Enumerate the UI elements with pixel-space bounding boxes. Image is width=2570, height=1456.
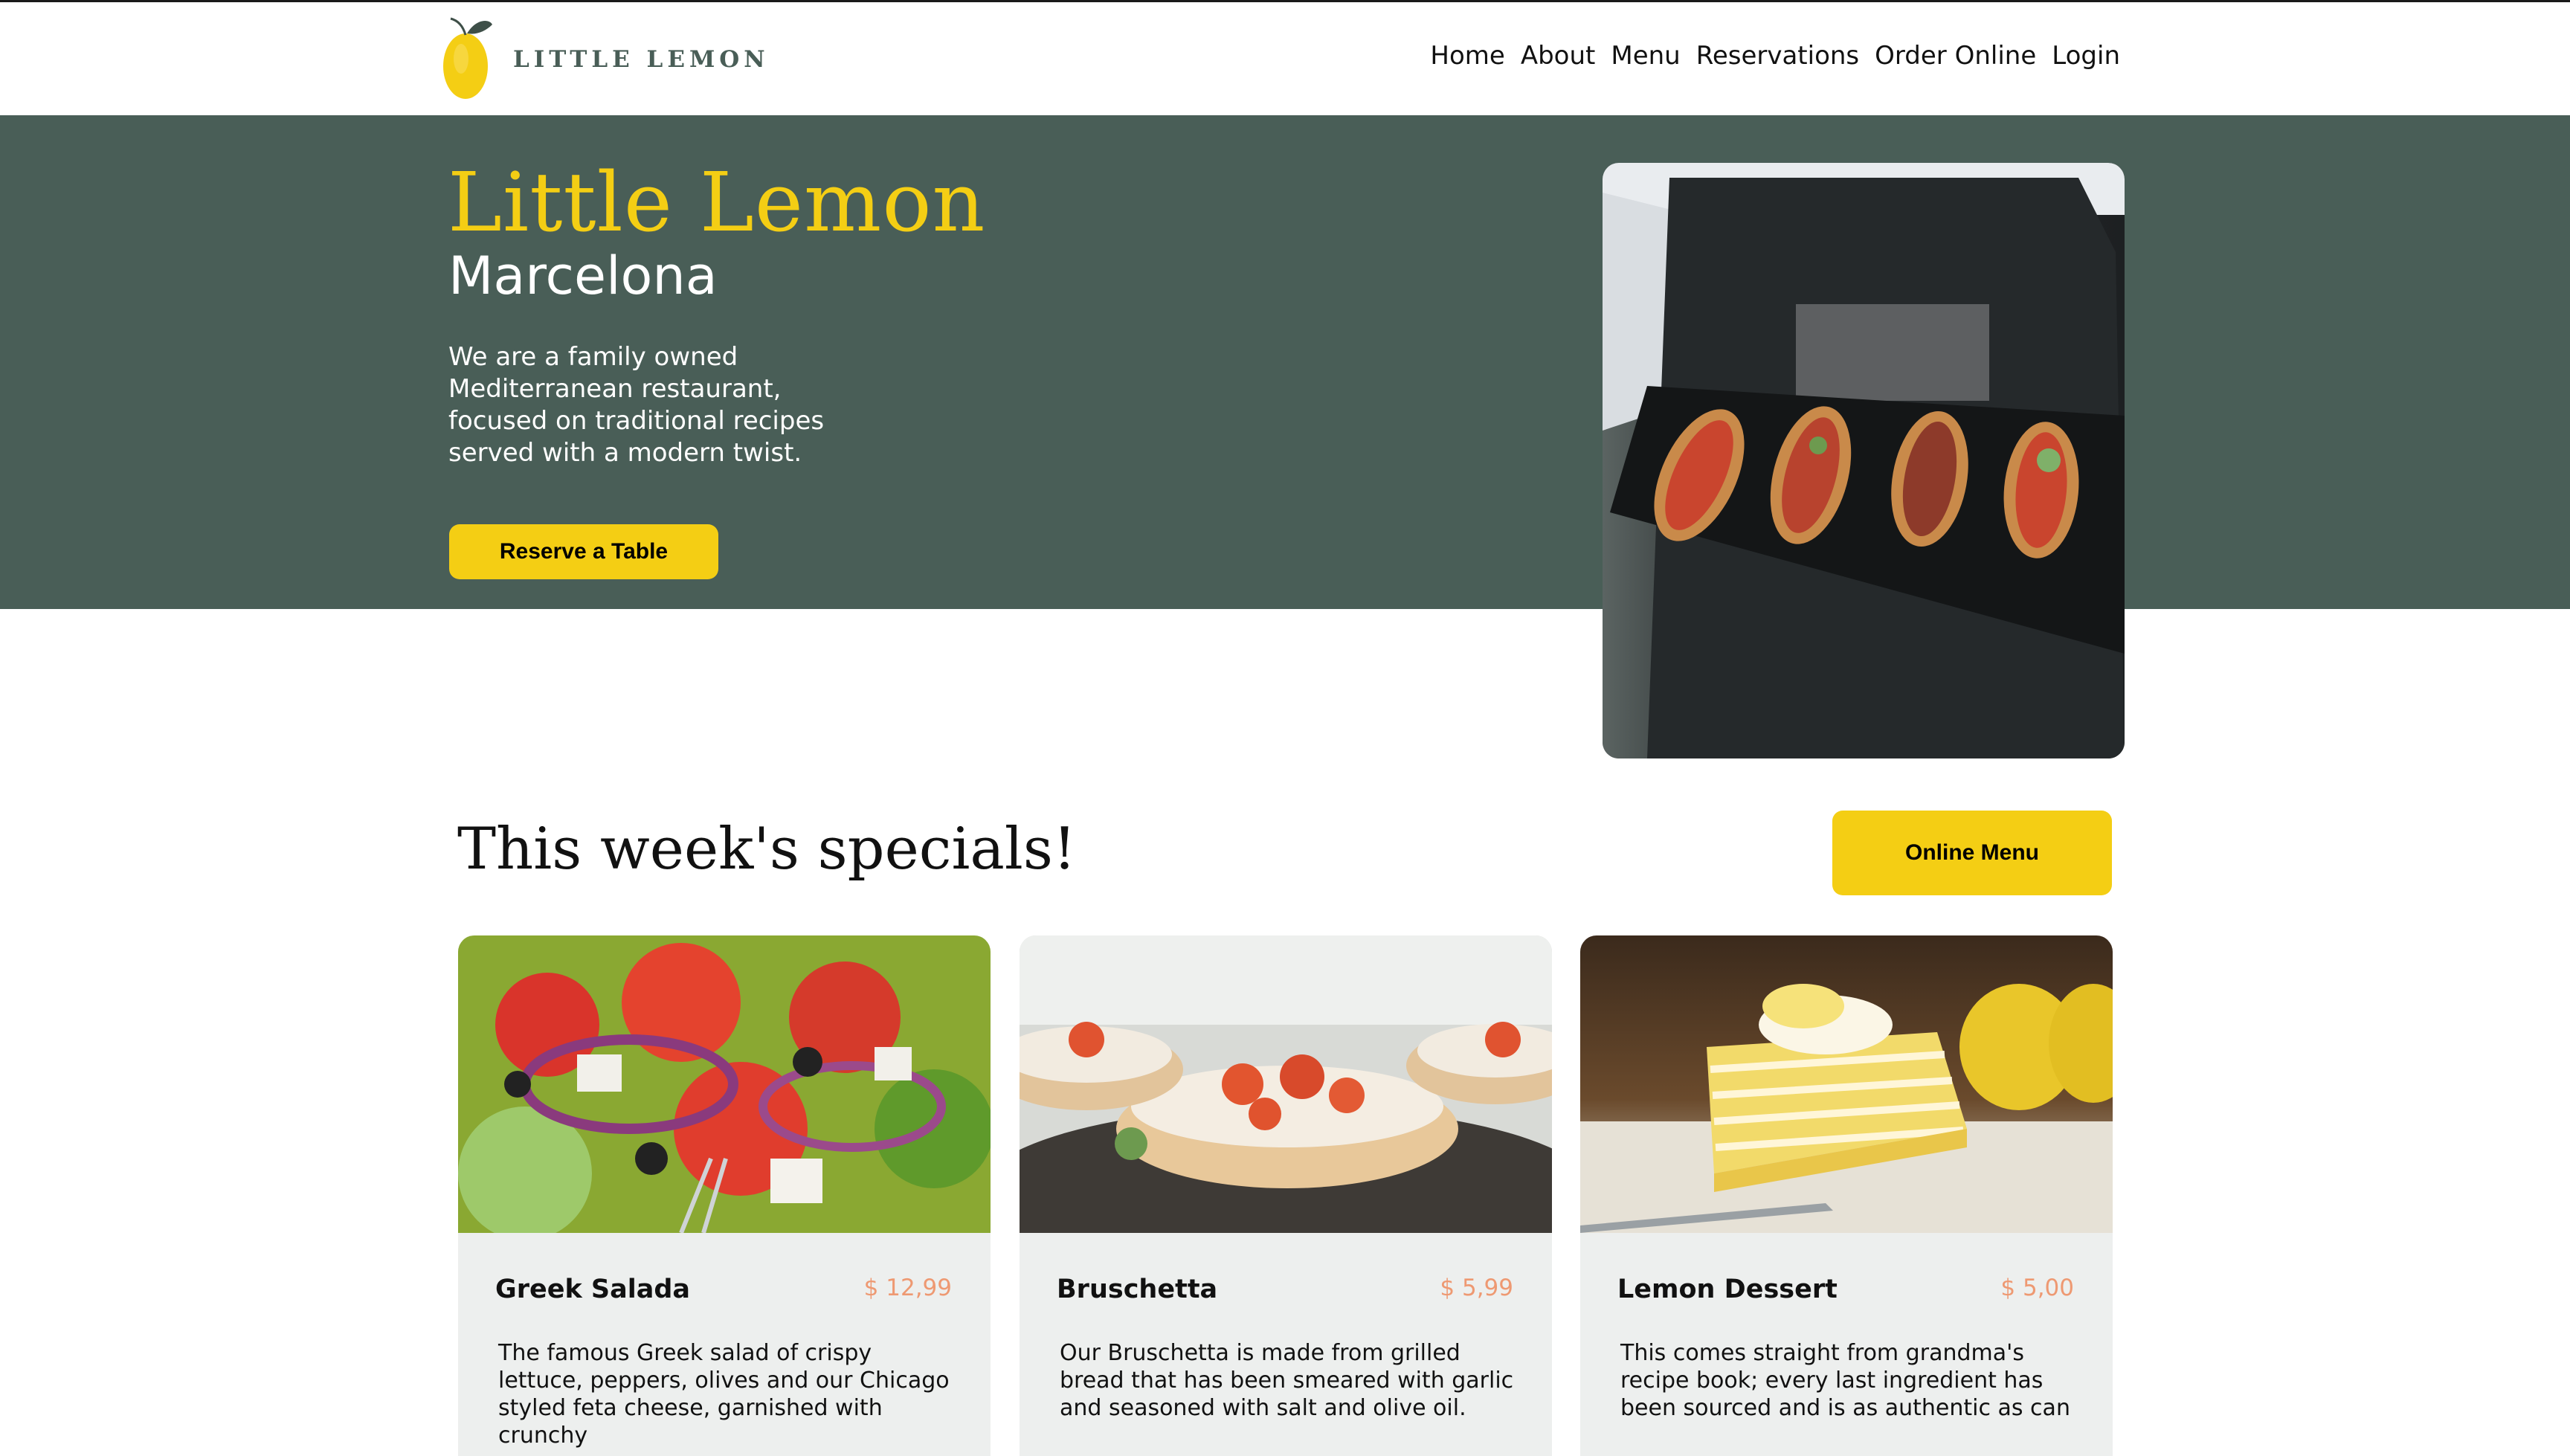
nav-order-online[interactable]: Order Online [1875, 41, 2036, 71]
main-nav: Home About Menu Reservations Order Onlin… [1414, 41, 2120, 71]
nav-about[interactable]: About [1521, 41, 1596, 71]
hero-subtitle: Marcelona [448, 245, 718, 306]
online-menu-button[interactable]: Online Menu [1832, 811, 2112, 895]
card-price: $ 5,99 [1440, 1275, 1513, 1301]
card-name: Lemon Dessert [1617, 1275, 1838, 1304]
special-card-bruschetta[interactable]: Bruschetta $ 5,99 Our Bruschetta is made… [1020, 935, 1552, 1456]
card-description: Our Bruschetta is made from grilled brea… [1060, 1340, 1514, 1421]
hero-title: Little Lemon [448, 155, 986, 250]
logo-text: LITTLE LEMON [513, 46, 770, 73]
reserve-table-button[interactable]: Reserve a Table [449, 524, 718, 579]
nav-login[interactable]: Login [2052, 41, 2120, 71]
greek-salad-image [458, 935, 991, 1233]
special-card-greek-salad[interactable]: Greek Salada $ 12,99 The famous Greek sa… [458, 935, 991, 1456]
lemon-dessert-image [1580, 935, 2113, 1233]
specials-title: This week's specials! [457, 816, 1077, 883]
card-description: This comes straight from grandma's recip… [1620, 1340, 2070, 1421]
card-price: $ 5,00 [2000, 1275, 2074, 1301]
bruschetta-image [1020, 935, 1552, 1233]
hero-image [1603, 163, 2125, 758]
logo[interactable]: LITTLE LEMON [440, 14, 770, 100]
lemon-logo-icon [443, 17, 492, 99]
nav-menu[interactable]: Menu [1611, 41, 1680, 71]
site-header: LITTLE LEMON Home About Menu Reservation… [0, 2, 2570, 115]
special-card-lemon-dessert[interactable]: Lemon Dessert $ 5,00 This comes straight… [1580, 935, 2113, 1456]
nav-reservations[interactable]: Reservations [1696, 41, 1859, 71]
card-description: The famous Greek salad of crispy lettuce… [498, 1340, 950, 1449]
card-name: Bruschetta [1057, 1275, 1218, 1304]
hero-section [0, 115, 2570, 609]
card-name: Greek Salada [495, 1275, 691, 1304]
nav-home[interactable]: Home [1430, 41, 1504, 71]
hero-description: We are a family owned Mediterranean rest… [448, 342, 825, 468]
card-price: $ 12,99 [863, 1275, 952, 1301]
